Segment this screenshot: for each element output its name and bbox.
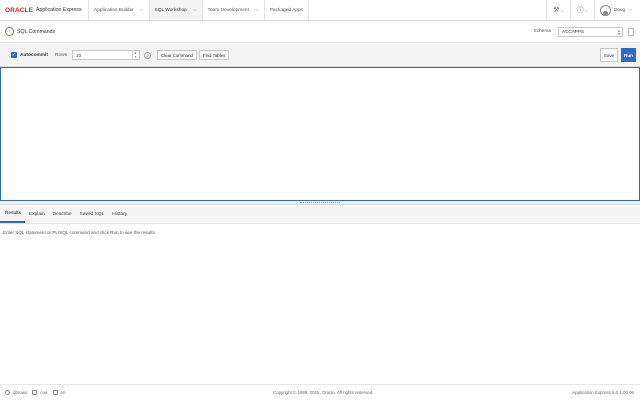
version-text: Application Express 5.0.1.00.06	[572, 390, 634, 395]
nav-tab-packaged-apps[interactable]: Packaged Apps	[263, 0, 308, 20]
tab-history[interactable]: History	[108, 206, 131, 223]
nav-tab-sql-workshop[interactable]: SQL Workshop ⌵	[148, 0, 202, 20]
command-toolbar: ✓ Autocommit Rows 10 ▴ ▾ ? Clear Command …	[0, 44, 640, 67]
help-icon[interactable]: ?	[143, 51, 151, 59]
rows-value: 10	[75, 52, 82, 58]
autocommit-checkbox[interactable]: ✓	[11, 52, 17, 58]
results-message: Enter SQL statement or PL/SQL command an…	[3, 230, 157, 235]
autocommit-label: Autocommit	[20, 52, 48, 58]
nav-tab-team-development[interactable]: Team Development ⌵	[201, 0, 264, 20]
footer-workspace[interactable]: coa	[32, 390, 48, 395]
rows-input[interactable]: 10 ▴ ▾	[71, 50, 140, 60]
toolbar-actions: Save Run	[600, 48, 636, 62]
rows-label: Rows	[54, 52, 67, 58]
database-icon	[32, 390, 38, 395]
chevron-down-icon[interactable]: ⌵	[193, 7, 197, 13]
product-name: Application Express	[36, 7, 82, 13]
sql-editor[interactable]	[0, 67, 640, 201]
nav-tab-label: SQL Workshop	[154, 7, 187, 13]
tab-describe[interactable]: Describe	[49, 206, 76, 223]
schema-select[interactable]: ACCAPPS ▴ ▾	[558, 26, 623, 37]
user-menu[interactable]: Doug ⌵	[593, 0, 640, 20]
admin-tools-icon[interactable]: ⚒ ⌵	[545, 0, 570, 20]
nav-right: ⚒ ⌵ ⓘ ⌵ Doug ⌵	[545, 0, 640, 20]
page-title: SQL Commands	[17, 28, 56, 35]
schema-selector: Schema ACCAPPS ▴ ▾	[533, 26, 634, 37]
find-tables-button[interactable]: Find Tables	[198, 50, 230, 60]
footer: dbrown coa en Copyright © 1999, 2015, Or…	[0, 384, 640, 400]
tab-explain[interactable]: Explain	[25, 206, 49, 223]
select-arrows-icon: ▴ ▾	[617, 27, 620, 36]
chevron-down-icon: ⌵	[628, 7, 632, 13]
avatar	[599, 4, 611, 16]
nav-tab-label: Team Development	[207, 7, 249, 13]
lock-icon	[628, 27, 634, 36]
tab-saved-sql[interactable]: Saved SQL	[76, 206, 109, 223]
nav-tab-label: Packaged Apps	[269, 7, 304, 13]
footer-workspace-label: coa	[40, 390, 48, 395]
oracle-logo: ORACLE	[5, 6, 34, 14]
tab-results[interactable]: Results	[0, 206, 25, 223]
footer-language[interactable]: en	[52, 390, 66, 395]
page-title-bar: ↑ SQL Commands Schema ACCAPPS ▴ ▾	[0, 21, 640, 43]
clear-command-button[interactable]: Clear Command	[156, 50, 197, 60]
chevron-down-icon[interactable]: ⌵	[255, 7, 259, 13]
select-arrows-icon: ▴ ▾	[131, 51, 138, 59]
copyright-text: Copyright © 1999, 2015, Oracle. All righ…	[273, 390, 374, 395]
run-button[interactable]: Run	[621, 48, 636, 62]
footer-user[interactable]: dbrown	[5, 390, 27, 395]
footer-language-label: en	[60, 390, 66, 395]
schema-value: ACCAPPS	[562, 29, 584, 34]
save-button[interactable]: Save	[600, 48, 618, 62]
user-icon	[5, 390, 10, 395]
resize-splitter[interactable]	[0, 201, 640, 205]
top-nav-bar: ORACLE Application Express Application B…	[0, 0, 640, 21]
schema-label: Schema	[533, 29, 551, 34]
chevron-down-icon[interactable]: ⌵	[140, 7, 144, 13]
footer-user-label: dbrown	[13, 390, 28, 395]
nav-tab-label: Application Builder	[94, 7, 134, 13]
nav-divider	[308, 0, 319, 20]
sql-commands-icon: ↑	[5, 27, 14, 36]
user-name: Doug	[613, 7, 626, 13]
results-tabs: Results Explain Describe Saved SQL Histo…	[0, 206, 640, 224]
globe-icon	[52, 390, 58, 395]
brand-logo[interactable]: ORACLE Application Express	[0, 0, 88, 20]
nav-tab-app-builder[interactable]: Application Builder ⌵	[88, 0, 149, 20]
help-icon[interactable]: ⓘ ⌵	[569, 0, 594, 20]
